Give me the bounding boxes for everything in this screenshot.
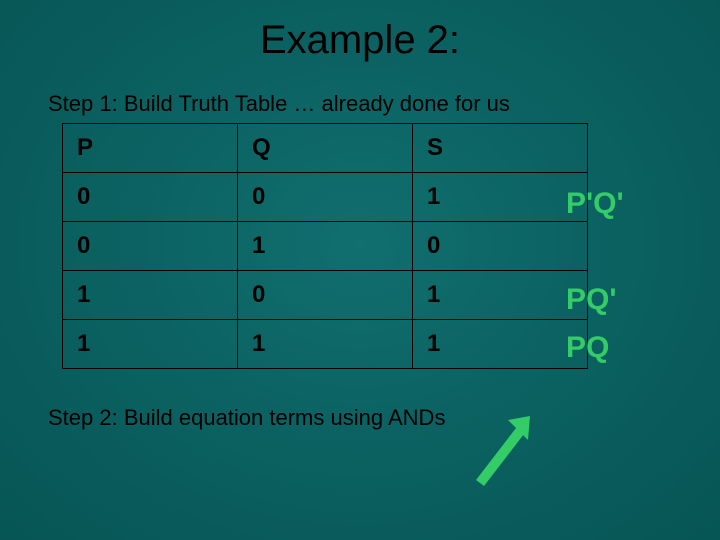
cell-q: 1 [238, 320, 413, 369]
cell-p: 1 [63, 271, 238, 320]
cell-p: 0 [63, 173, 238, 222]
cell-s: 1 [413, 271, 588, 320]
minterm-column: P'Q' PQ' PQ [566, 180, 706, 372]
cell-p: 0 [63, 222, 238, 271]
table-row: 0 0 1 [63, 173, 588, 222]
table-header-row: P Q S [63, 124, 588, 173]
col-header-s: S [413, 124, 588, 173]
slide-title: Example 2: [0, 0, 720, 63]
col-header-p: P [63, 124, 238, 173]
minterm-row-0: P'Q' [566, 180, 706, 228]
cell-s: 1 [413, 173, 588, 222]
cell-s: 0 [413, 222, 588, 271]
minterm-row-2: PQ' [566, 276, 706, 324]
cell-p: 1 [63, 320, 238, 369]
step-2-text: Step 2: Build equation terms using ANDs [48, 405, 720, 431]
cell-q: 1 [238, 222, 413, 271]
col-header-q: Q [238, 124, 413, 173]
slide: Example 2: Step 1: Build Truth Table … a… [0, 0, 720, 540]
cell-q: 0 [238, 271, 413, 320]
minterm-row-3: PQ [566, 324, 706, 372]
cell-s: 1 [413, 320, 588, 369]
cell-q: 0 [238, 173, 413, 222]
table-row: 0 1 0 [63, 222, 588, 271]
step-1-text: Step 1: Build Truth Table … already done… [48, 91, 720, 117]
table-row: 1 1 1 [63, 320, 588, 369]
truth-table: P Q S 0 0 1 0 1 0 1 0 1 1 1 1 [62, 123, 588, 369]
table-row: 1 0 1 [63, 271, 588, 320]
